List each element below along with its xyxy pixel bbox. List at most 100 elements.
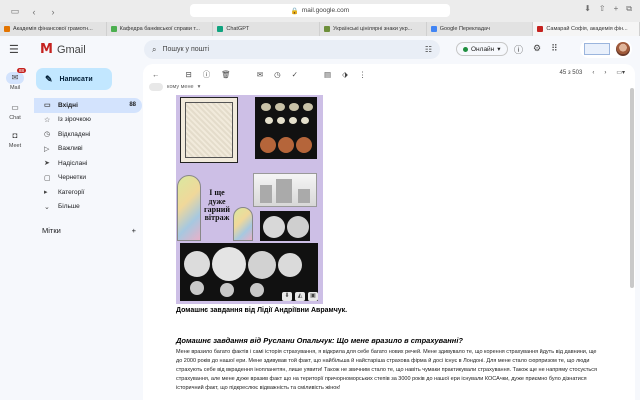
download-icon[interactable]: ⬇ [282,292,292,301]
mark-unread-icon[interactable]: ✉ [257,70,263,79]
input-tools-icon[interactable]: ▭▾ [616,69,625,76]
address-bar[interactable]: 🔒 mail.google.com [190,4,450,17]
sidebar-item-label: Із зірочкою [58,116,91,124]
sidebar-item-count: 88 [129,102,136,109]
banknote-image [180,97,238,163]
more-vert-icon[interactable]: ⋮ [359,70,367,79]
sidebar-item-label: Надіслані [58,159,88,167]
add-label-icon[interactable]: + [132,226,136,235]
sidebar-item-label: Більше [58,203,80,211]
back-arrow-icon[interactable]: ← [152,70,160,79]
browser-tab[interactable]: Самарай Софія, академія фін... [533,22,640,36]
compose-label: Написати [59,75,93,83]
homework-heading-2: Домашнє завдання від Руслани Опальчук: Щ… [176,336,463,345]
tab-label: ChatGPT [226,26,250,32]
rail-meet[interactable]: ◘ Meet [0,130,30,149]
sidebar-nav: ▭ Вхідні 88 ☆ Із зірочкою ◷ Відкладені ▷ Важливі… [34,98,142,214]
organization-logo [584,43,610,55]
move-to-icon[interactable]: ▤ [324,70,331,79]
label-icon[interactable]: ⬗ [342,70,348,79]
coins-mid-panel [260,211,310,241]
browser-tab[interactable]: Українські цінілярні знаки укр... [320,22,427,36]
message-view: ← ⊟ ⓘ 🗑 ✉ ◷ ✓ ▤ ⬗ ⋮ 45 з 503 ‹ › ▭▾ кому… [143,64,635,400]
tab-overview-icon[interactable]: ⧉ [626,4,632,14]
city-sketch-image [253,173,317,207]
rail-mail[interactable]: ✉ 88 Mail [0,68,30,91]
report-spam-icon[interactable]: ⓘ [203,69,211,80]
gmail-m-icon: M [40,42,53,57]
labels-heading: Мітки [42,226,61,235]
attached-collage-image[interactable]: І ще дуже гарний вітраж ⬇ ◭ ▣ [176,95,323,304]
browser-chrome: ▭ ‹ › 🔒 mail.google.com ⬇ ⇧ + ⧉ Академія… [0,0,640,36]
image-actions: ⬇ ◭ ▣ [282,292,318,301]
account-area[interactable] [580,40,632,58]
header-icons: ⓘ ⚙ ⠿ [514,43,558,56]
sidebar-item-clock[interactable]: ◷ Відкладені [34,127,142,142]
browser-tab[interactable]: Академія фінансової грамотн... [0,22,107,36]
sidebar-item-star[interactable]: ☆ Із зірочкою [34,113,142,128]
settings-icon[interactable]: ⚙ [533,43,541,56]
search-bar[interactable]: ⌕ Пошук у пошті ☷ [144,40,440,59]
sidebar-item-label: Відкладені [58,130,91,138]
main-menu-icon[interactable]: ☰ [9,43,19,56]
tab-label: Самарай Софія, академія фін... [546,26,628,32]
url-text: mail.google.com [301,7,350,14]
add-task-icon[interactable]: ✓ [292,70,298,79]
prev-icon[interactable]: ‹ [592,70,594,76]
sidebar-item-label: Важливі [58,145,83,153]
search-options-icon[interactable]: ☷ [425,45,432,54]
back-icon[interactable]: ‹ [27,7,41,17]
delete-icon[interactable]: 🗑 [221,70,231,79]
browser-tab[interactable]: Google Перекладач [426,22,534,36]
chevron-down-icon: ▾ [497,46,501,53]
inbox-icon: ▭ [44,102,51,110]
sidebar-item-label: Вхідні [58,101,78,109]
clock-icon: ◷ [44,131,51,139]
sidebar-item-inbox[interactable]: ▭ Вхідні 88 [34,98,142,113]
pager-count: 45 з 503 [559,69,583,76]
tab-label: Українські цінілярні знаки укр... [333,26,413,32]
tab-label: Кафедра банківської справи т... [119,26,200,32]
compose-button[interactable]: ✎ Написати [36,68,112,90]
favicon-icon [324,26,331,32]
search-icon[interactable]: ⌕ [152,45,156,55]
favicon-icon [430,26,437,32]
snooze-icon[interactable]: ◷ [274,70,281,79]
sidebar-item-chevron-down[interactable]: ⌄ Більше [34,200,142,215]
avatar[interactable] [616,42,630,56]
forward-icon[interactable]: › [46,7,60,17]
archive-icon[interactable]: ⊟ [186,70,192,79]
status-button[interactable]: Онлайн ▾ [456,42,508,56]
drive-icon[interactable]: ◭ [295,292,305,301]
download-icon[interactable]: ⬇ [584,4,591,14]
mail-badge: 88 [16,68,26,73]
lock-icon: 🔒 [290,7,299,15]
expand-details-icon[interactable]: ▾ [198,84,201,90]
apps-grid-icon[interactable]: ⠿ [551,43,558,56]
sidebar-item-send[interactable]: ➤ Надіслані [34,156,142,171]
sidebar-item-draft[interactable]: ▢ Чернетки [34,171,142,186]
sidebar-toggle-icon[interactable]: ▭ [8,6,22,17]
sidebar-item-category[interactable]: ▸ Категорії [34,185,142,200]
online-dot-icon [463,46,468,52]
recipient-line: кому мене ▾ [149,83,200,91]
labels-header: Мітки + [42,226,136,235]
image-edit-icon[interactable]: ▣ [308,292,318,301]
homework-heading-1: Домашнє завдання від Лідії Андріївни Авр… [176,307,348,314]
next-icon[interactable]: › [604,70,606,76]
rail-mail-label: Mail [9,85,21,91]
help-icon[interactable]: ⓘ [514,43,523,56]
rail-chat[interactable]: ▭ Chat [0,102,30,121]
gmail-logo[interactable]: M Gmail [40,42,86,57]
browser-actions: ⬇ ⇧ + ⧉ [584,4,632,14]
sidebar-item-label: Категорії [58,188,85,196]
search-input[interactable]: Пошук у пошті [162,46,418,53]
star-icon: ☆ [44,116,51,124]
sidebar-item-label-important[interactable]: ▷ Важливі [34,142,142,157]
scrollbar[interactable] [630,88,634,288]
new-tab-icon[interactable]: + [614,4,619,14]
browser-tab[interactable]: Кафедра банківської справи т... [106,22,214,36]
share-icon[interactable]: ⇧ [599,4,606,14]
browser-tab[interactable]: ChatGPT [213,22,321,36]
app-rail: ✉ 88 Mail ▭ Chat ◘ Meet [0,64,30,400]
